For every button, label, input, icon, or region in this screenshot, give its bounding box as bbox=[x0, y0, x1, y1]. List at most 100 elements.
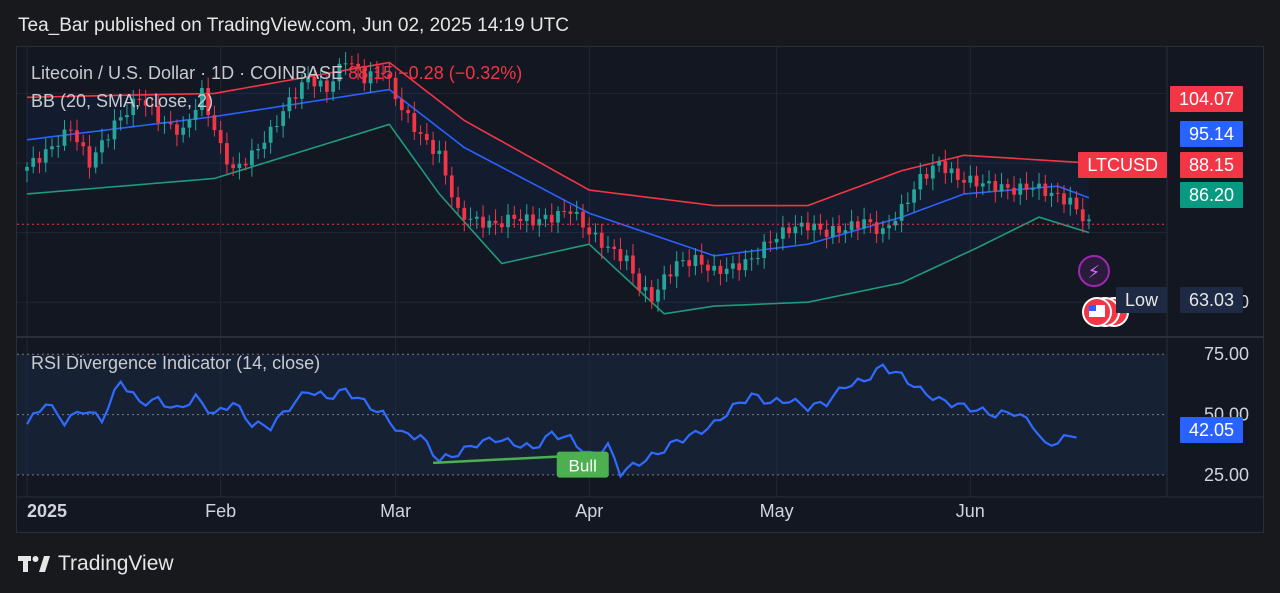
candle-body bbox=[649, 287, 654, 302]
candle-body bbox=[974, 175, 979, 187]
candle-body bbox=[431, 139, 435, 155]
time-tick-label: 2025 bbox=[27, 501, 67, 521]
bull-label: Bull bbox=[569, 457, 597, 476]
candle-body bbox=[624, 255, 629, 262]
candle-body bbox=[250, 150, 254, 166]
candle-body bbox=[218, 130, 223, 144]
time-tick-label: May bbox=[760, 501, 794, 521]
rsi-tick-label: 75.00 bbox=[1204, 344, 1249, 364]
rsi-legend[interactable]: RSI Divergence Indicator (14, close) bbox=[31, 353, 320, 374]
candle-body bbox=[774, 238, 779, 243]
time-tick-label: Mar bbox=[380, 501, 411, 521]
candle-body bbox=[681, 260, 685, 262]
candle-body bbox=[724, 268, 729, 274]
candle-body bbox=[637, 273, 642, 291]
candle-body bbox=[474, 216, 479, 219]
candle-body bbox=[699, 254, 704, 265]
candle-body bbox=[531, 214, 535, 226]
candle-body bbox=[787, 227, 792, 234]
candle-body bbox=[818, 223, 823, 230]
candle-body bbox=[162, 122, 167, 124]
candle-body bbox=[25, 166, 29, 171]
symbol-legend[interactable]: Litecoin / U.S. Dollar · 1D · COINBASE 8… bbox=[31, 63, 522, 84]
candle-body bbox=[493, 220, 498, 224]
candle-body bbox=[749, 258, 754, 260]
candle-body bbox=[406, 110, 410, 114]
candle-body bbox=[1074, 197, 1079, 210]
candle-body bbox=[412, 113, 417, 133]
candle-body bbox=[574, 211, 579, 214]
rsi-tick-label: 25.00 bbox=[1204, 465, 1249, 485]
chart-container[interactable]: Bull68.0025.0050.0075.002025FebMarAprMay… bbox=[16, 46, 1264, 533]
candle-body bbox=[424, 133, 429, 140]
candle-body bbox=[762, 241, 767, 258]
candle-body bbox=[125, 115, 129, 118]
footer: TradingView bbox=[18, 550, 174, 578]
candle-body bbox=[581, 211, 585, 228]
bb-lower-badge: 86.20 bbox=[1179, 182, 1243, 208]
last-price-badge: 88.15 bbox=[1179, 152, 1243, 178]
candle-body bbox=[712, 265, 717, 271]
candle-body bbox=[1018, 183, 1023, 195]
candle-body bbox=[999, 184, 1004, 192]
price-change: 88.15 −0.28 (−0.32%) bbox=[348, 63, 523, 83]
candle-body bbox=[880, 228, 885, 235]
candle-body bbox=[68, 129, 73, 131]
candle-body bbox=[1005, 184, 1010, 188]
brand-name: TradingView bbox=[58, 552, 174, 575]
candle-body bbox=[987, 181, 991, 184]
candle-body bbox=[512, 214, 517, 219]
time-tick-label: Feb bbox=[205, 501, 236, 521]
candle-body bbox=[668, 274, 673, 277]
symbol-tag-badge: LTCUSD bbox=[1078, 152, 1167, 178]
bb-basis-badge: 95.14 bbox=[1179, 121, 1243, 147]
candle-body bbox=[887, 225, 891, 229]
rsi-value-badge: 42.05 bbox=[1179, 417, 1243, 443]
candle-body bbox=[106, 139, 111, 141]
candle-body bbox=[1037, 183, 1041, 189]
candle-body bbox=[506, 214, 510, 228]
candle-body bbox=[443, 150, 448, 176]
candle-body bbox=[549, 214, 554, 223]
candle-body bbox=[31, 157, 36, 167]
candle-body bbox=[937, 161, 941, 166]
flag-canton bbox=[1089, 305, 1096, 311]
time-tick-label: Jun bbox=[956, 501, 985, 521]
candle-body bbox=[843, 230, 848, 233]
candle-body bbox=[231, 164, 236, 169]
chart-svg[interactable]: Bull68.0025.0050.0075.002025FebMarAprMay… bbox=[17, 47, 1264, 533]
low-value: 63.03 bbox=[1179, 287, 1243, 313]
candle-body bbox=[837, 225, 841, 233]
candle-body bbox=[687, 260, 692, 267]
candle-body bbox=[256, 149, 261, 151]
bb-legend[interactable]: BB (20, SMA, close, 2) bbox=[31, 91, 213, 112]
candle-body bbox=[662, 274, 667, 290]
candle-body bbox=[268, 126, 273, 143]
candle-body bbox=[718, 265, 723, 274]
candle-body bbox=[287, 97, 292, 112]
candle-body bbox=[737, 263, 742, 271]
candle-body bbox=[743, 259, 748, 271]
candle-body bbox=[606, 246, 610, 248]
candle-body bbox=[43, 149, 48, 163]
candle-body bbox=[868, 219, 873, 223]
candle-body bbox=[830, 225, 835, 237]
candle-body bbox=[524, 214, 529, 222]
candle-body bbox=[993, 181, 998, 192]
candle-body bbox=[1049, 192, 1054, 197]
candle-body bbox=[175, 124, 179, 135]
candle-body bbox=[50, 146, 54, 150]
candle-body bbox=[462, 207, 467, 220]
candle-body bbox=[562, 210, 567, 212]
candle-body bbox=[781, 227, 785, 239]
candle-body bbox=[243, 163, 248, 166]
candle-body bbox=[980, 183, 985, 187]
low-label: Low bbox=[1115, 287, 1167, 313]
candle-body bbox=[912, 189, 916, 203]
candle-body bbox=[943, 161, 948, 174]
candle-body bbox=[212, 115, 217, 131]
candle-body bbox=[1012, 187, 1016, 195]
candle-body bbox=[968, 175, 973, 183]
symbol-title: Litecoin / U.S. Dollar · 1D · COINBASE bbox=[31, 63, 344, 83]
candle-body bbox=[1030, 188, 1035, 190]
